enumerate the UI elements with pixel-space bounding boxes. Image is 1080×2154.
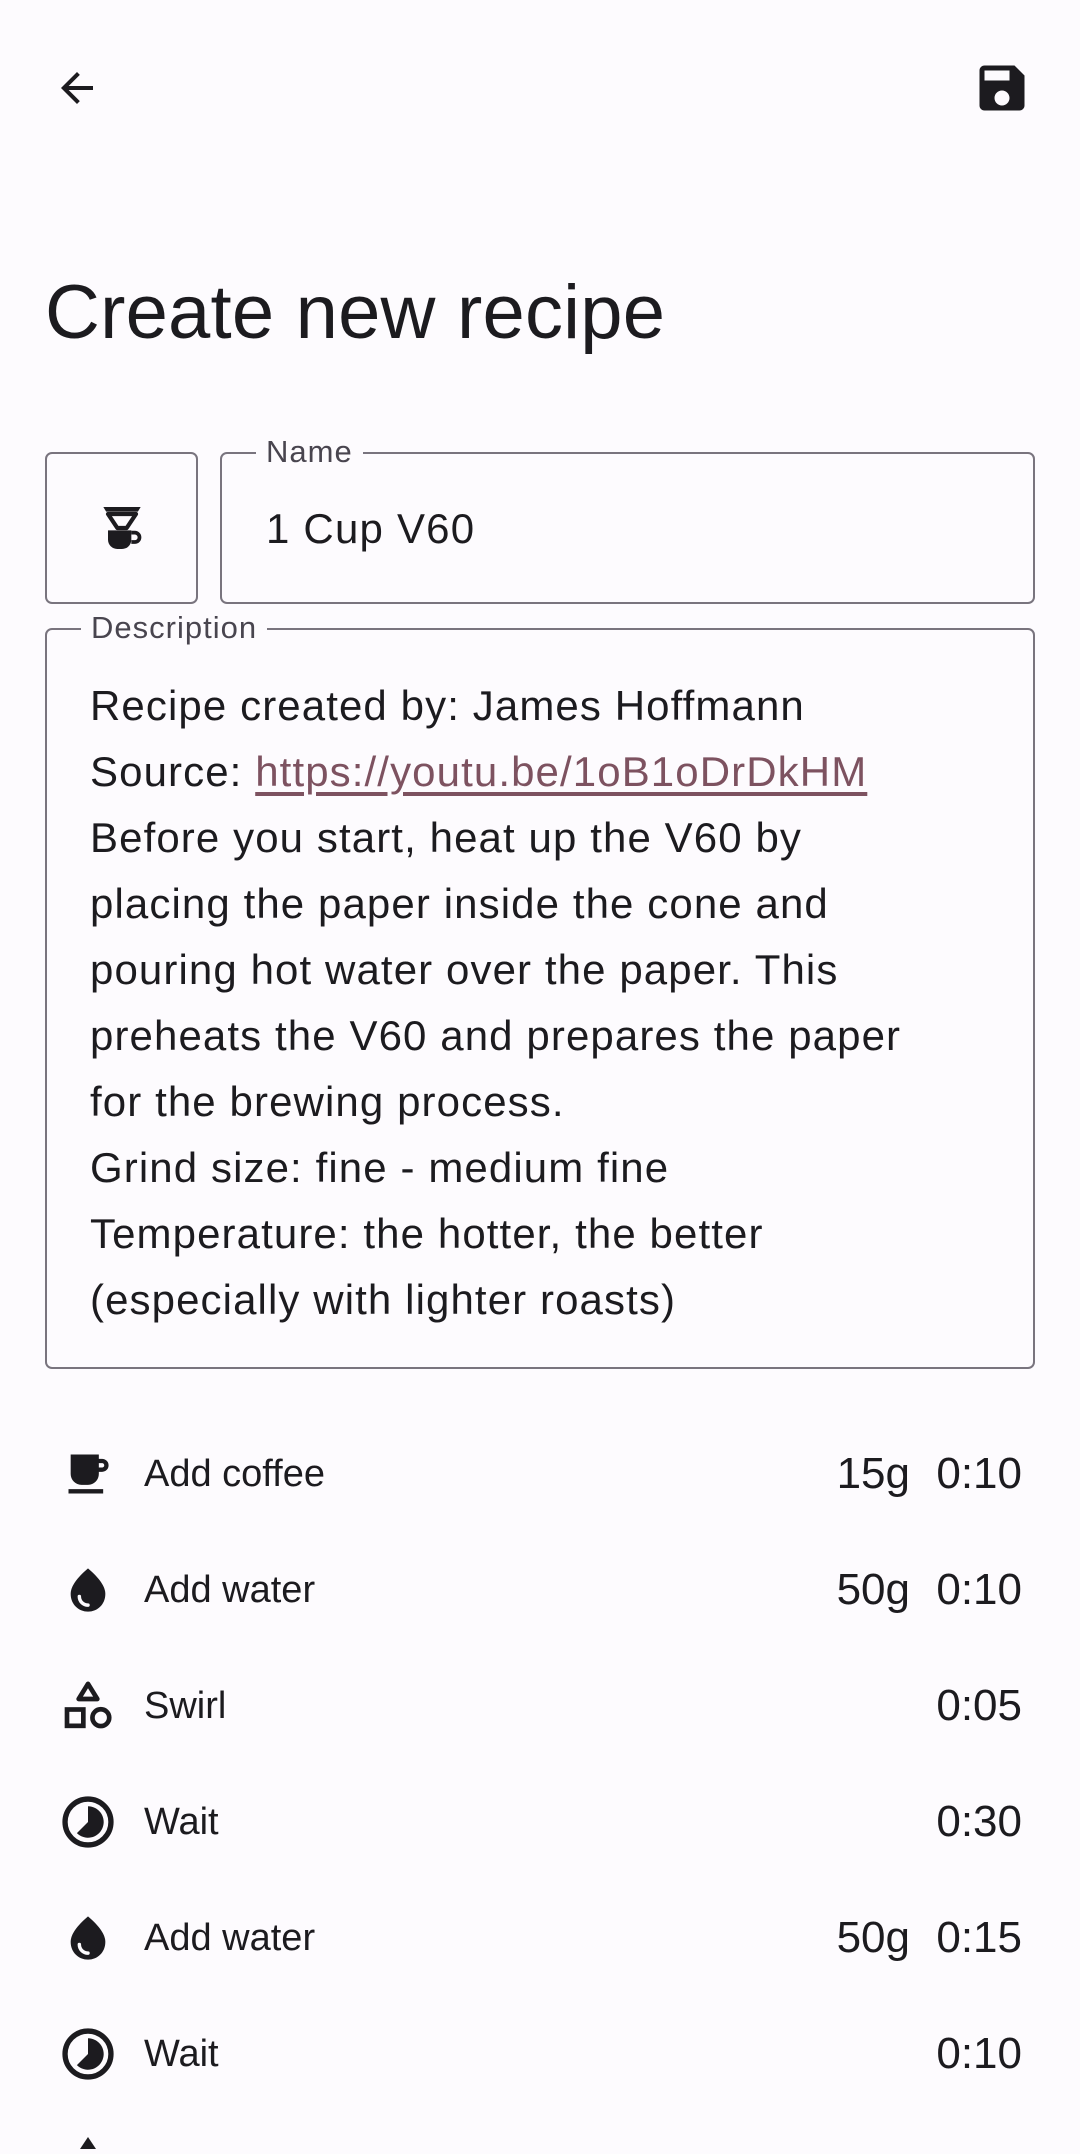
step-label: Add water xyxy=(144,1569,316,1611)
water-drop-icon xyxy=(58,1560,118,1620)
description-line: (especially with lighter roasts) xyxy=(90,1276,677,1323)
step-wait[interactable]: Wait 0:10 xyxy=(0,1996,1080,2112)
step-label: Wait xyxy=(144,2033,219,2075)
page-title: Create new recipe xyxy=(45,270,666,355)
step-amount: 50g xyxy=(836,1565,910,1614)
description-line: Before you start, heat up the V60 by xyxy=(90,814,803,861)
save-button[interactable] xyxy=(954,40,1050,136)
next-step-icon-partial xyxy=(68,2136,108,2154)
shapes-swirl-icon xyxy=(58,1676,118,1736)
name-input-value[interactable]: 1 Cup V60 xyxy=(266,504,475,554)
description-field-label: Description xyxy=(81,610,268,646)
step-add-water[interactable]: Add water 50g 0:15 xyxy=(0,1880,1080,1996)
step-add-water[interactable]: Add water 50g 0:10 xyxy=(0,1532,1080,1648)
description-source-line: Source: https://youtu.be/1oB1oDrDkHM xyxy=(90,739,990,805)
step-time: 0:30 xyxy=(936,1797,1022,1846)
recipe-steps-list: Add coffee 15g 0:10 Add water 50g 0:10 S… xyxy=(0,1416,1080,2112)
description-line: pouring hot water over the paper. This xyxy=(90,946,839,993)
arrow-back-icon xyxy=(61,72,93,104)
step-time: 0:10 xyxy=(936,1565,1022,1614)
step-time: 0:05 xyxy=(936,1681,1022,1730)
step-amount: 50g xyxy=(836,1913,910,1962)
v60-dripper-icon xyxy=(102,507,141,549)
coffee-cup-icon xyxy=(58,1444,118,1504)
name-field-label: Name xyxy=(256,434,363,470)
save-floppy-icon xyxy=(979,65,1025,111)
timer-icon xyxy=(58,1792,118,1852)
step-label: Wait xyxy=(144,1801,219,1843)
source-prefix: Source: xyxy=(90,748,256,795)
step-wait[interactable]: Wait 0:30 xyxy=(0,1764,1080,1880)
step-add-coffee[interactable]: Add coffee 15g 0:10 xyxy=(0,1416,1080,1532)
step-label: Add water xyxy=(144,1917,316,1959)
step-time: 0:10 xyxy=(936,2029,1022,2078)
step-time: 0:15 xyxy=(936,1913,1022,1962)
description-line: Grind size: fine - medium fine xyxy=(90,1144,670,1191)
description-text[interactable]: Recipe created by: James Hoffmann Source… xyxy=(90,673,990,1333)
top-app-bar xyxy=(0,0,1080,180)
description-line: for the brewing process. xyxy=(90,1078,565,1125)
step-label: Add coffee xyxy=(144,1453,326,1495)
description-field[interactable]: Description Recipe created by: James Hof… xyxy=(45,610,1035,1369)
description-line: placing the paper inside the cone and xyxy=(90,880,829,927)
step-label: Swirl xyxy=(144,1685,227,1727)
name-field[interactable]: Name 1 Cup V60 xyxy=(220,434,1035,604)
brewer-icon-picker[interactable] xyxy=(45,452,198,604)
water-drop-icon xyxy=(58,1908,118,1968)
description-line: preheats the V60 and prepares the paper xyxy=(90,1012,902,1059)
step-amount: 15g xyxy=(836,1449,910,1498)
description-line: Recipe created by: James Hoffmann xyxy=(90,682,805,729)
step-time: 0:10 xyxy=(936,1449,1022,1498)
step-swirl[interactable]: Swirl 0:05 xyxy=(0,1648,1080,1764)
source-link[interactable]: https://youtu.be/1oB1oDrDkHM xyxy=(255,748,867,795)
water-drop-icon xyxy=(80,2137,96,2149)
back-button[interactable] xyxy=(29,40,125,136)
description-line: Temperature: the hotter, the better xyxy=(90,1210,764,1257)
timer-icon xyxy=(58,2024,118,2084)
